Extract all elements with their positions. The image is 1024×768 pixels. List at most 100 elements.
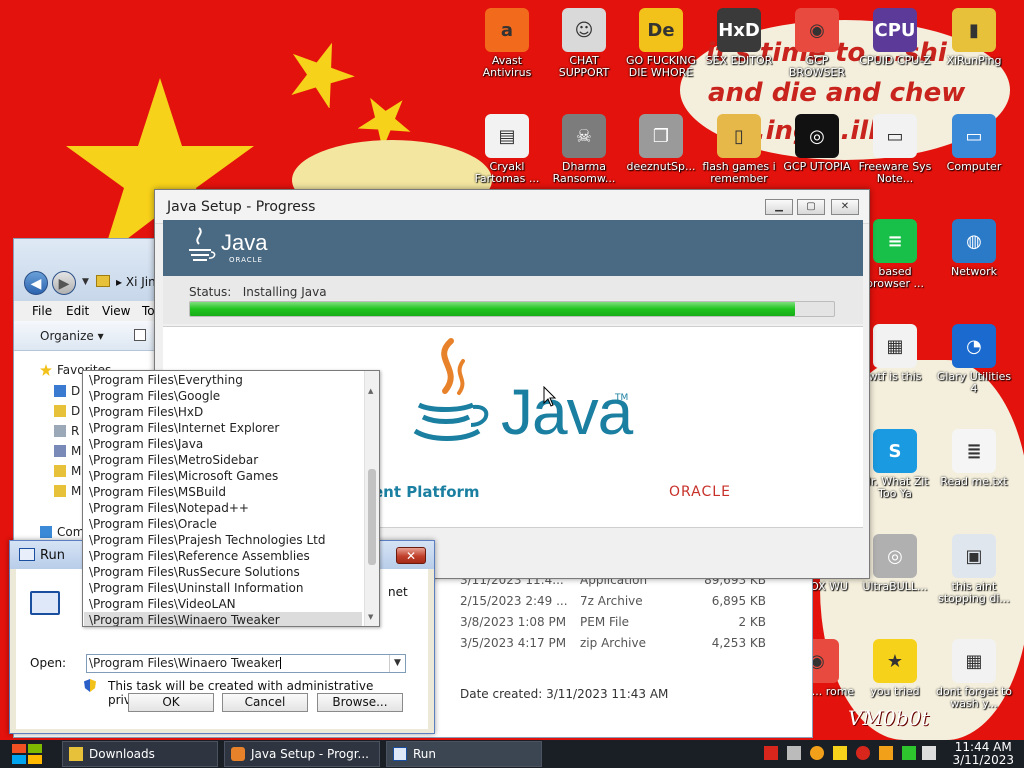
star-tray-icon[interactable] — [833, 746, 847, 760]
organize-button[interactable]: Organize ▾ — [40, 329, 104, 343]
autocomplete-item[interactable]: \Program Files\RusSecure Solutions — [89, 564, 300, 580]
dropdown-arrow-icon[interactable]: ▼ — [389, 655, 405, 672]
sex-editor-shortcut[interactable]: HxD SEX EDITOR — [700, 8, 778, 67]
autocomplete-item[interactable]: \Program Files\Oracle — [89, 516, 217, 532]
nav-item[interactable]: M — [54, 464, 81, 478]
close-button[interactable]: ✕ — [831, 199, 859, 215]
deeznutsp-shortcut[interactable]: ❐ deeznutSp... — [622, 114, 700, 173]
shortcut-label: this aint stopping di... — [938, 580, 1010, 605]
xirunping-shortcut[interactable]: ▮ XiRunPing — [935, 8, 1013, 67]
shortcut-label: SEX EDITOR — [705, 54, 773, 67]
autocomplete-item[interactable]: \Program Files\MetroSidebar — [89, 452, 258, 468]
nav-item[interactable]: M — [54, 444, 81, 458]
based-browser-icon: ≡ — [873, 219, 917, 263]
menu-view[interactable]: View — [102, 304, 130, 318]
autocomplete-item[interactable]: \Program Files\Notepad++ — [89, 500, 249, 516]
breadcrumb-item[interactable]: Xi Jin — [126, 275, 156, 289]
gcp-browser-shortcut[interactable]: ◉ GCP BROWSER — [778, 8, 856, 79]
maximize-button[interactable]: ▢ — [797, 199, 825, 215]
dont-forget-shortcut[interactable]: ▦ dont forget to wash y... — [935, 639, 1013, 710]
breadcrumb[interactable]: ▸ Xi Jin — [116, 275, 156, 289]
nav-item[interactable]: M — [54, 484, 81, 498]
open-input[interactable]: \Program Files\Winaero Tweaker — [89, 656, 280, 670]
nav-item[interactable]: D — [54, 384, 80, 398]
dropdown-scrollbar[interactable]: ▲ ▼ — [364, 371, 379, 626]
freeware-sys-note-shortcut[interactable]: ▭ Freeware Sys Note... — [856, 114, 934, 185]
glary-utilities-shortcut[interactable]: ◔ Glary Utilities 4 — [935, 324, 1013, 395]
table-row[interactable]: 3/8/2023 1:08 PM PEM File 2 KB — [460, 615, 790, 635]
autocomplete-item[interactable]: \Program Files\Microsoft Games — [89, 468, 278, 484]
taskbar-clock[interactable]: 11:44 AM 3/11/2023 — [952, 741, 1014, 767]
autocomplete-item[interactable]: \Program Files\HxD — [89, 404, 203, 420]
volume-tray-icon[interactable] — [922, 746, 936, 760]
table-row[interactable]: 3/5/2023 4:17 PM zip Archive 4,253 KB — [460, 636, 790, 656]
chat-support-shortcut[interactable]: ☺ CHAT SUPPORT — [545, 8, 623, 79]
go-fucking-die-whore-shortcut[interactable]: De GO FUCKING DIE WHORE — [622, 8, 700, 79]
avast-antivirus-shortcut[interactable]: a Avast Antivirus — [468, 8, 546, 79]
autocomplete-item[interactable]: \Program Files\VideoLAN — [89, 596, 236, 612]
cryakl-fartomas-shortcut[interactable]: ▤ Cryakl Fartomas ... — [468, 114, 546, 185]
open-combobox[interactable]: \Program Files\Winaero Tweaker ▼ — [86, 654, 406, 673]
autocomplete-item[interactable]: \Program Files\Uninstall Information — [89, 580, 303, 596]
dharma-ransomw-shortcut[interactable]: ☠ Dharma Ransomw... — [545, 114, 623, 185]
monitor-tray-icon[interactable] — [902, 746, 916, 760]
scrollbar-thumb[interactable] — [368, 469, 376, 565]
mouse-cursor-icon — [543, 386, 557, 407]
autocomplete-item[interactable]: \Program Files\Google — [89, 388, 220, 404]
network-tray-icon[interactable] — [787, 746, 801, 760]
scroll-down-icon[interactable]: ▼ — [368, 613, 373, 621]
organize-label: Organize — [40, 329, 94, 343]
gcp-utopia-shortcut[interactable]: ◎ GCP UTOPIA — [778, 114, 856, 173]
menu-file[interactable]: File — [32, 304, 52, 318]
taskbar-run[interactable]: Run — [386, 741, 542, 767]
table-row[interactable]: 2/15/2023 2:49 ... 7z Archive 6,895 KB — [460, 594, 790, 614]
this-aint-stopping-shortcut[interactable]: ▣ this aint stopping di... — [935, 534, 1013, 605]
taskbar-downloads[interactable]: Downloads — [62, 741, 218, 767]
autocomplete-item[interactable]: \Program Files\Internet Explorer — [89, 420, 279, 436]
nav-item-label: M — [71, 444, 82, 458]
network-shortcut[interactable]: ◍ Network — [935, 219, 1013, 278]
run-description-text: net — [388, 585, 408, 599]
you-tried-shortcut[interactable]: ★ you tried — [856, 639, 934, 698]
autocomplete-item[interactable]: \Program Files\Reference Assemblies — [89, 548, 310, 564]
nav-item[interactable]: R — [54, 424, 79, 438]
menu-edit[interactable]: Edit — [66, 304, 89, 318]
forward-button[interactable]: ▶ — [52, 271, 76, 295]
shortcut-label: you tried — [870, 685, 920, 698]
autocomplete-item[interactable]: \Program Files\Java — [89, 436, 203, 452]
autocomplete-item[interactable]: \Program Files\MSBuild — [89, 484, 226, 500]
status-value: Installing Java — [242, 285, 327, 299]
nav-item[interactable]: D — [54, 404, 80, 418]
computer-shortcut[interactable]: ▭ Computer — [935, 114, 1013, 173]
autocomplete-item[interactable]: \Program Files\Everything — [89, 372, 243, 388]
nav-computer[interactable]: Com — [40, 525, 84, 539]
menu-tools[interactable]: To — [142, 304, 155, 318]
back-button[interactable]: ◀ — [24, 271, 48, 295]
close-button[interactable]: ✕ — [396, 547, 426, 564]
read-me-txt-shortcut[interactable]: ≣ Read me.txt — [935, 429, 1013, 488]
minimize-button[interactable]: ▁ — [765, 199, 793, 215]
shortcut-label: Freeware Sys Note... — [858, 160, 932, 185]
skype-icon: S — [873, 429, 917, 473]
taskbar-java-setup[interactable]: Java Setup - Progr... — [224, 741, 380, 767]
flash-games-shortcut[interactable]: ▯ flash games i remember — [700, 114, 778, 185]
chevron-down-icon[interactable]: ▼ — [82, 277, 89, 287]
security-tray-icon[interactable] — [879, 746, 893, 760]
cpuid-cpu-z-shortcut[interactable]: CPU CPUID CPU-Z — [856, 8, 934, 67]
browse-button[interactable]: Browse... — [317, 693, 403, 712]
java-titlebar[interactable]: Java Setup - Progress ▁ ▢ ✕ — [155, 190, 869, 224]
recent-places-icon — [54, 425, 66, 437]
autocomplete-item[interactable]: \Program Files\Winaero Tweaker — [84, 612, 362, 626]
cancel-button[interactable]: Cancel — [222, 693, 308, 712]
taskbar: Downloads Java Setup - Progr... Run 11:4… — [0, 740, 1024, 768]
details-value: 3/11/2023 11:43 AM — [546, 687, 669, 701]
app-tray-icon[interactable] — [856, 746, 870, 760]
ok-button[interactable]: OK — [128, 693, 214, 712]
start-button[interactable] — [10, 742, 44, 766]
search-tray-icon[interactable] — [810, 746, 824, 760]
open-icon[interactable] — [134, 329, 146, 341]
flag-icon[interactable] — [764, 746, 778, 760]
autocomplete-item[interactable]: \Program Files\Prajesh Technologies Ltd — [89, 532, 325, 548]
scroll-up-icon[interactable]: ▲ — [368, 387, 373, 395]
autocomplete-dropdown[interactable]: \Program Files\Everything \Program Files\… — [82, 370, 380, 627]
